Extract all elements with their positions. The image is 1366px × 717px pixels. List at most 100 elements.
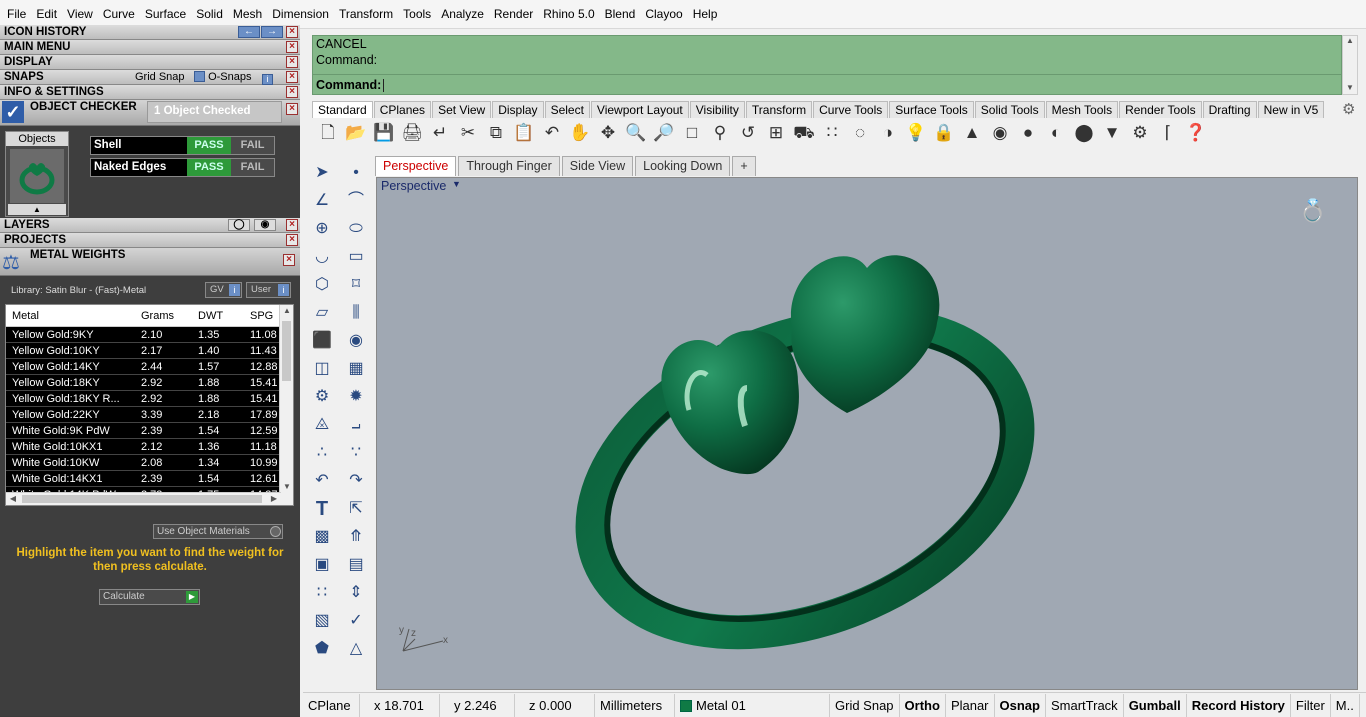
close-icon[interactable]: × (286, 103, 298, 115)
viewport-tab[interactable]: Through Finger (458, 156, 560, 176)
toolbar-tab[interactable]: Solid Tools (974, 101, 1045, 118)
menu-item[interactable]: Transform (334, 0, 398, 29)
undo-view-icon[interactable]: ↺ (735, 120, 761, 146)
status-toggle[interactable]: Ortho (900, 693, 946, 717)
edit-curve-icon[interactable]: ↶ (310, 469, 334, 493)
metal-table[interactable]: Metal Grams DWT SPG Yellow Gold:9KY 2.10 1… (5, 304, 294, 506)
close-icon[interactable]: × (286, 26, 298, 38)
split-icon[interactable]: ⨼ (344, 413, 368, 437)
expand-up-icon[interactable]: ▲ (8, 204, 66, 215)
arrow-left-icon[interactable]: ← (238, 26, 260, 38)
menu-item[interactable]: Help (688, 0, 723, 29)
viewport-tab[interactable]: Perspective (375, 156, 457, 176)
lightbulb-icon[interactable]: 💡 (903, 120, 929, 146)
transform-icon[interactable]: ⌈ (1155, 120, 1181, 146)
table-row[interactable]: Yellow Gold:18KY 2.92 1.88 15.41 (6, 375, 293, 391)
four-views-icon[interactable]: ⊞ (763, 120, 789, 146)
table-row[interactable]: Yellow Gold:14KY 2.44 1.57 12.88 (6, 359, 293, 375)
polyline-icon[interactable]: ∠ (310, 189, 334, 213)
menu-item[interactable]: Analyze (436, 0, 489, 29)
toolbar-tab[interactable]: Drafting (1202, 101, 1257, 118)
toolbar-tab[interactable]: Display (492, 101, 544, 118)
add-viewport-tab-icon[interactable]: + (732, 156, 756, 176)
horizontal-scrollbar[interactable]: ◀ ▶ (6, 492, 281, 505)
select-arrow-icon[interactable]: ➤ (310, 161, 334, 185)
table-row[interactable]: White Gold:14KX1 2.39 1.54 12.61 (6, 471, 293, 487)
dimension-icon[interactable]: ⤊ (344, 525, 368, 549)
perspective-viewport[interactable]: Perspective ▼ 💍 y z x (376, 177, 1358, 690)
calculate-button[interactable]: Calculate ▶ (99, 589, 200, 605)
column-header-grams[interactable]: Grams (136, 305, 193, 326)
info-icon[interactable]: i (262, 70, 273, 85)
hide-icon[interactable]: ◑ (875, 120, 901, 146)
status-toggle[interactable]: Grid Snap (830, 693, 900, 717)
scroll-up-icon[interactable]: ▲ (1343, 36, 1357, 45)
snaps-header[interactable]: SNAPS Grid Snap O-Snaps i × (0, 70, 300, 85)
table-row[interactable]: Yellow Gold:9KY 2.10 1.35 11.08 (6, 327, 293, 343)
chevron-down-icon[interactable]: ▼ (452, 179, 461, 189)
lightbulb-icon[interactable]: ◯ (228, 219, 250, 231)
close-icon[interactable]: × (286, 234, 298, 246)
open-folder-icon[interactable]: 📂 (343, 120, 369, 146)
gold-ring-icon[interactable]: 💍 (1299, 198, 1326, 224)
menu-item[interactable]: Render (489, 0, 538, 29)
render-box-icon[interactable]: ⬟ (310, 637, 334, 661)
current-layer[interactable]: Metal 01 (675, 693, 830, 717)
close-icon[interactable]: × (286, 41, 298, 53)
zoom-extents-icon[interactable]: □ (679, 120, 705, 146)
render-preview-icon[interactable]: ◐ (1043, 120, 1069, 146)
grid-snap-toggle[interactable]: Grid Snap (135, 70, 185, 85)
close-icon[interactable]: × (286, 86, 298, 98)
box-icon[interactable]: ⬛ (310, 329, 334, 353)
save-icon[interactable]: 💾 (371, 120, 397, 146)
material-tool-icon[interactable]: △ (344, 637, 368, 661)
status-toggle[interactable]: Filter (1291, 693, 1331, 717)
menu-item[interactable]: Tools (398, 0, 436, 29)
explode-icon[interactable]: ✹ (344, 385, 368, 409)
eye-icon[interactable]: ◉ (254, 219, 276, 231)
cplane-status[interactable]: CPlane (303, 693, 360, 717)
status-toggle[interactable]: SmartTrack (1046, 693, 1124, 717)
toolbar-tab[interactable]: New in V5 (1257, 101, 1325, 118)
scroll-down-icon[interactable]: ▼ (1343, 83, 1357, 92)
column-header-metal[interactable]: Metal (6, 305, 136, 326)
trim-icon[interactable]: ⨻ (310, 413, 334, 437)
grid-array-icon[interactable]: ∷ (310, 581, 334, 605)
points-on-icon[interactable]: ∵ (344, 441, 368, 465)
paste-icon[interactable]: 📋 (511, 120, 537, 146)
viewport-tab[interactable]: Looking Down (635, 156, 731, 176)
main-menu-header[interactable]: MAIN MENU × (0, 40, 300, 55)
new-file-icon[interactable]: 🗋 (315, 120, 341, 146)
car-icon[interactable]: ⛟ (791, 120, 817, 146)
boolean-icon[interactable]: ◉ (344, 329, 368, 353)
radio-icon[interactable] (270, 526, 281, 537)
objects-box[interactable]: Objects ▲ (5, 131, 69, 217)
close-icon[interactable]: × (283, 254, 295, 266)
toolbar-tab[interactable]: Select (544, 101, 590, 118)
units-status[interactable]: Millimeters (595, 693, 675, 717)
table-row[interactable]: White Gold:10KW 2.08 1.34 10.99 (6, 455, 293, 471)
toolbar-tab[interactable]: Visibility (689, 101, 745, 118)
lock-icon[interactable]: 🔒 (931, 120, 957, 146)
o-snaps-toggle[interactable]: O-Snaps (194, 70, 251, 85)
array-icon[interactable]: ▩ (310, 525, 334, 549)
toolbar-tab[interactable]: Transform (745, 101, 813, 118)
table-row[interactable]: Yellow Gold:22KY 3.39 2.18 17.89 (6, 407, 293, 423)
user-toggle[interactable]: User i (246, 282, 291, 298)
select-points-icon[interactable]: ∷ (819, 120, 845, 146)
ring-model[interactable] (377, 178, 1358, 690)
gumball-icon[interactable]: ⇕ (344, 581, 368, 605)
close-icon[interactable]: × (286, 71, 298, 83)
use-object-materials-toggle[interactable]: Use Object Materials (153, 524, 283, 539)
toolbar-tab[interactable]: Surface Tools (889, 101, 974, 118)
status-toggle[interactable]: Planar (946, 693, 995, 717)
status-toggle[interactable]: Osnap (995, 693, 1046, 717)
status-toggle[interactable]: Record History (1187, 693, 1291, 717)
checkbox-icon[interactable] (194, 71, 205, 82)
render-icon[interactable]: ⬤ (1071, 120, 1097, 146)
rotate-view-icon[interactable]: ✥ (595, 120, 621, 146)
rebuild-icon[interactable]: ↷ (344, 469, 368, 493)
close-icon[interactable]: × (286, 219, 298, 231)
analyze-icon[interactable]: ▧ (310, 609, 334, 633)
undo-icon[interactable]: ↶ (539, 120, 565, 146)
